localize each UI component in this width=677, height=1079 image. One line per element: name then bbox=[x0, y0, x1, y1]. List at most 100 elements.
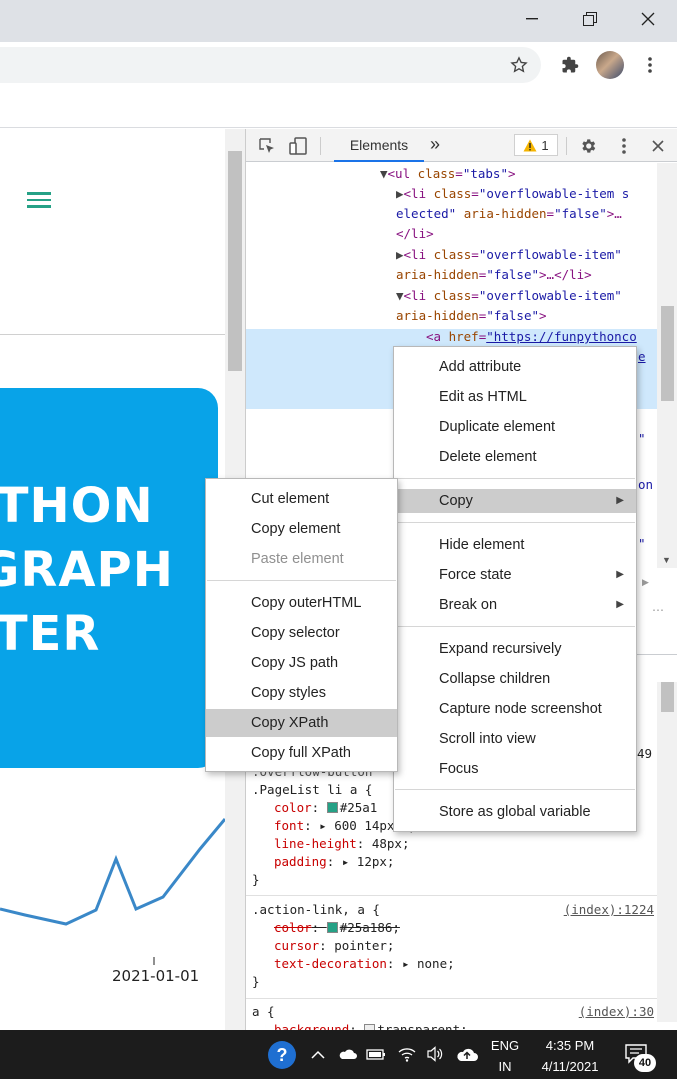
dom-node-ul-tabs[interactable]: ▼<ul class="tabs"> bbox=[380, 164, 516, 184]
scroll-right-arrow-icon[interactable]: ▶ bbox=[642, 577, 649, 588]
dom-node-li-2-cont: aria-hidden="false">…</li> bbox=[396, 267, 592, 282]
close-devtools-icon[interactable] bbox=[646, 134, 670, 158]
dom-fragment: on bbox=[638, 477, 654, 492]
warnings-count: 1 bbox=[541, 137, 549, 153]
maximize-button[interactable] bbox=[561, 0, 619, 38]
warnings-badge[interactable]: 1 bbox=[514, 134, 558, 156]
help-icon[interactable]: ? bbox=[268, 1041, 296, 1069]
profile-avatar[interactable] bbox=[596, 51, 624, 79]
header-divider bbox=[0, 334, 225, 335]
menu-item-store-as-global-variable[interactable]: Store as global variable bbox=[394, 800, 636, 824]
wifi-icon[interactable] bbox=[396, 1043, 418, 1065]
dom-node-a-selected[interactable]: <a href="https://funpythonco bbox=[426, 327, 637, 347]
menu-item-cut-element[interactable]: Cut element bbox=[206, 487, 397, 511]
minimize-button[interactable] bbox=[503, 0, 561, 38]
browser-titlebar bbox=[0, 0, 677, 42]
hero-line-3: TTER bbox=[0, 606, 101, 662]
css-brace: } bbox=[252, 872, 260, 887]
submenu-arrow-icon: ▶ bbox=[616, 599, 624, 610]
kebab-menu-icon[interactable] bbox=[638, 53, 662, 77]
dom-fragment: " bbox=[638, 431, 646, 446]
windows-taskbar: ? ENG IN 4:35 PM 4/11/2021 40 bbox=[0, 1030, 677, 1079]
menu-item-force-state[interactable]: Force state ▶ bbox=[394, 563, 636, 587]
settings-gear-icon[interactable] bbox=[576, 134, 600, 158]
onedrive-cloud-icon[interactable] bbox=[336, 1044, 358, 1064]
x-tick-label: 2021-01-01 bbox=[112, 967, 200, 985]
color-swatch bbox=[326, 802, 338, 813]
menu-item-edit-as-html[interactable]: Edit as HTML bbox=[394, 385, 636, 409]
more-icon[interactable]: ⋯ bbox=[652, 603, 664, 617]
dom-node-li-3[interactable]: ▼<li class="overflowable-item" bbox=[396, 286, 622, 306]
element-context-menu: Add attribute Edit as HTML Duplicate ele… bbox=[393, 346, 637, 832]
scroll-down-arrow-icon[interactable]: ▼ bbox=[662, 555, 671, 565]
page-scrollbar-thumb[interactable] bbox=[228, 151, 242, 371]
hero-banner: YTHON GRAPH TTER bbox=[0, 388, 218, 768]
hero-line-2: GRAPH bbox=[0, 542, 174, 598]
css-property-row[interactable]: color: #25a1 bbox=[274, 799, 377, 817]
dom-scrollbar-thumb[interactable] bbox=[661, 306, 674, 401]
dom-node-li-1[interactable]: ▶<li class="overflowable-item s bbox=[396, 184, 629, 204]
bookmarks-bar bbox=[0, 88, 677, 128]
menu-item-copy-full-xpath[interactable]: Copy full XPath bbox=[206, 741, 397, 765]
menu-item-delete-element[interactable]: Delete element bbox=[394, 445, 636, 469]
css-property-row[interactable]: color: #25a186; bbox=[274, 919, 400, 937]
css-property-row[interactable]: padding: ▸ 12px; bbox=[274, 853, 394, 871]
menu-item-expand-recursively[interactable]: Expand recursively bbox=[394, 637, 636, 661]
menu-item-paste-element: Paste element bbox=[251, 551, 344, 567]
dom-node-li-1-close: </li> bbox=[396, 226, 434, 241]
warning-icon bbox=[523, 139, 537, 151]
upload-cloud-icon[interactable] bbox=[455, 1043, 479, 1065]
language-indicator-top[interactable]: ENG bbox=[486, 1036, 524, 1054]
clock-date[interactable]: 4/11/2021 bbox=[531, 1057, 609, 1075]
menu-item-capture-node-screenshot[interactable]: Capture node screenshot bbox=[394, 697, 636, 721]
copy-submenu: Cut element Copy element Paste element C… bbox=[205, 478, 398, 772]
dom-scrollbar[interactable]: ▼ bbox=[657, 163, 677, 568]
language-indicator-bottom[interactable]: IN bbox=[486, 1057, 524, 1075]
dom-fragment: e bbox=[638, 349, 646, 364]
tab-elements[interactable]: Elements bbox=[334, 129, 424, 162]
css-selector: .PageList li a { bbox=[252, 782, 373, 797]
css-brace: } bbox=[252, 974, 260, 989]
style-source-link[interactable]: (index):30 bbox=[579, 1003, 654, 1021]
inspect-element-icon[interactable] bbox=[256, 135, 278, 157]
menu-item-break-on[interactable]: Break on ▶ bbox=[394, 593, 636, 617]
css-property-row[interactable]: text-decoration: ▸ none; bbox=[274, 955, 455, 973]
chevron-up-icon[interactable] bbox=[308, 1044, 328, 1064]
menu-item-copy-selector[interactable]: Copy selector bbox=[206, 621, 397, 645]
device-toolbar-icon[interactable] bbox=[288, 135, 310, 157]
restore-icon bbox=[583, 12, 597, 26]
menu-item-copy-js-path[interactable]: Copy JS path bbox=[206, 651, 397, 675]
menu-item-copy-xpath[interactable]: Copy XPath bbox=[206, 709, 397, 737]
extensions-puzzle-icon[interactable] bbox=[558, 53, 582, 77]
menu-item-collapse-children[interactable]: Collapse children bbox=[394, 667, 636, 691]
clock-time[interactable]: 4:35 PM bbox=[535, 1036, 605, 1054]
star-icon[interactable] bbox=[507, 53, 531, 77]
css-selector: .action-link, a { bbox=[252, 902, 380, 917]
line-chart bbox=[0, 818, 225, 965]
close-icon bbox=[641, 12, 655, 26]
menu-item-hide-element[interactable]: Hide element bbox=[394, 533, 636, 557]
menu-item-copy-styles[interactable]: Copy styles bbox=[206, 681, 397, 705]
address-bar[interactable] bbox=[0, 47, 541, 83]
css-property-row[interactable]: line-height: 48px; bbox=[274, 835, 410, 853]
more-tabs-chevron-icon[interactable]: » bbox=[430, 134, 440, 155]
submenu-arrow-icon: ▶ bbox=[616, 495, 624, 506]
hamburger-menu-icon[interactable] bbox=[27, 192, 51, 208]
menu-item-duplicate-element[interactable]: Duplicate element bbox=[394, 415, 636, 439]
dom-node-li-2[interactable]: ▶<li class="overflowable-item" bbox=[396, 245, 622, 265]
battery-icon[interactable] bbox=[365, 1044, 387, 1064]
menu-item-add-attribute[interactable]: Add attribute bbox=[394, 355, 636, 379]
minimize-icon bbox=[526, 18, 538, 20]
close-window-button[interactable] bbox=[619, 0, 677, 38]
devtools-kebab-icon[interactable] bbox=[612, 134, 636, 158]
menu-item-copy-outerhtml[interactable]: Copy outerHTML bbox=[206, 591, 397, 615]
menu-item-copy-element[interactable]: Copy element bbox=[206, 517, 397, 541]
style-source-link[interactable]: (index):1224 bbox=[564, 901, 654, 919]
menu-item-focus[interactable]: Focus bbox=[394, 757, 636, 781]
css-property-row[interactable]: cursor: pointer; bbox=[274, 937, 394, 955]
menu-item-copy[interactable]: Copy ▶ bbox=[394, 489, 636, 513]
volume-icon[interactable] bbox=[424, 1043, 446, 1065]
menu-item-scroll-into-view[interactable]: Scroll into view bbox=[394, 727, 636, 751]
style-source-link[interactable]: 49 bbox=[637, 745, 652, 763]
styles-scrollbar[interactable] bbox=[657, 682, 677, 1022]
